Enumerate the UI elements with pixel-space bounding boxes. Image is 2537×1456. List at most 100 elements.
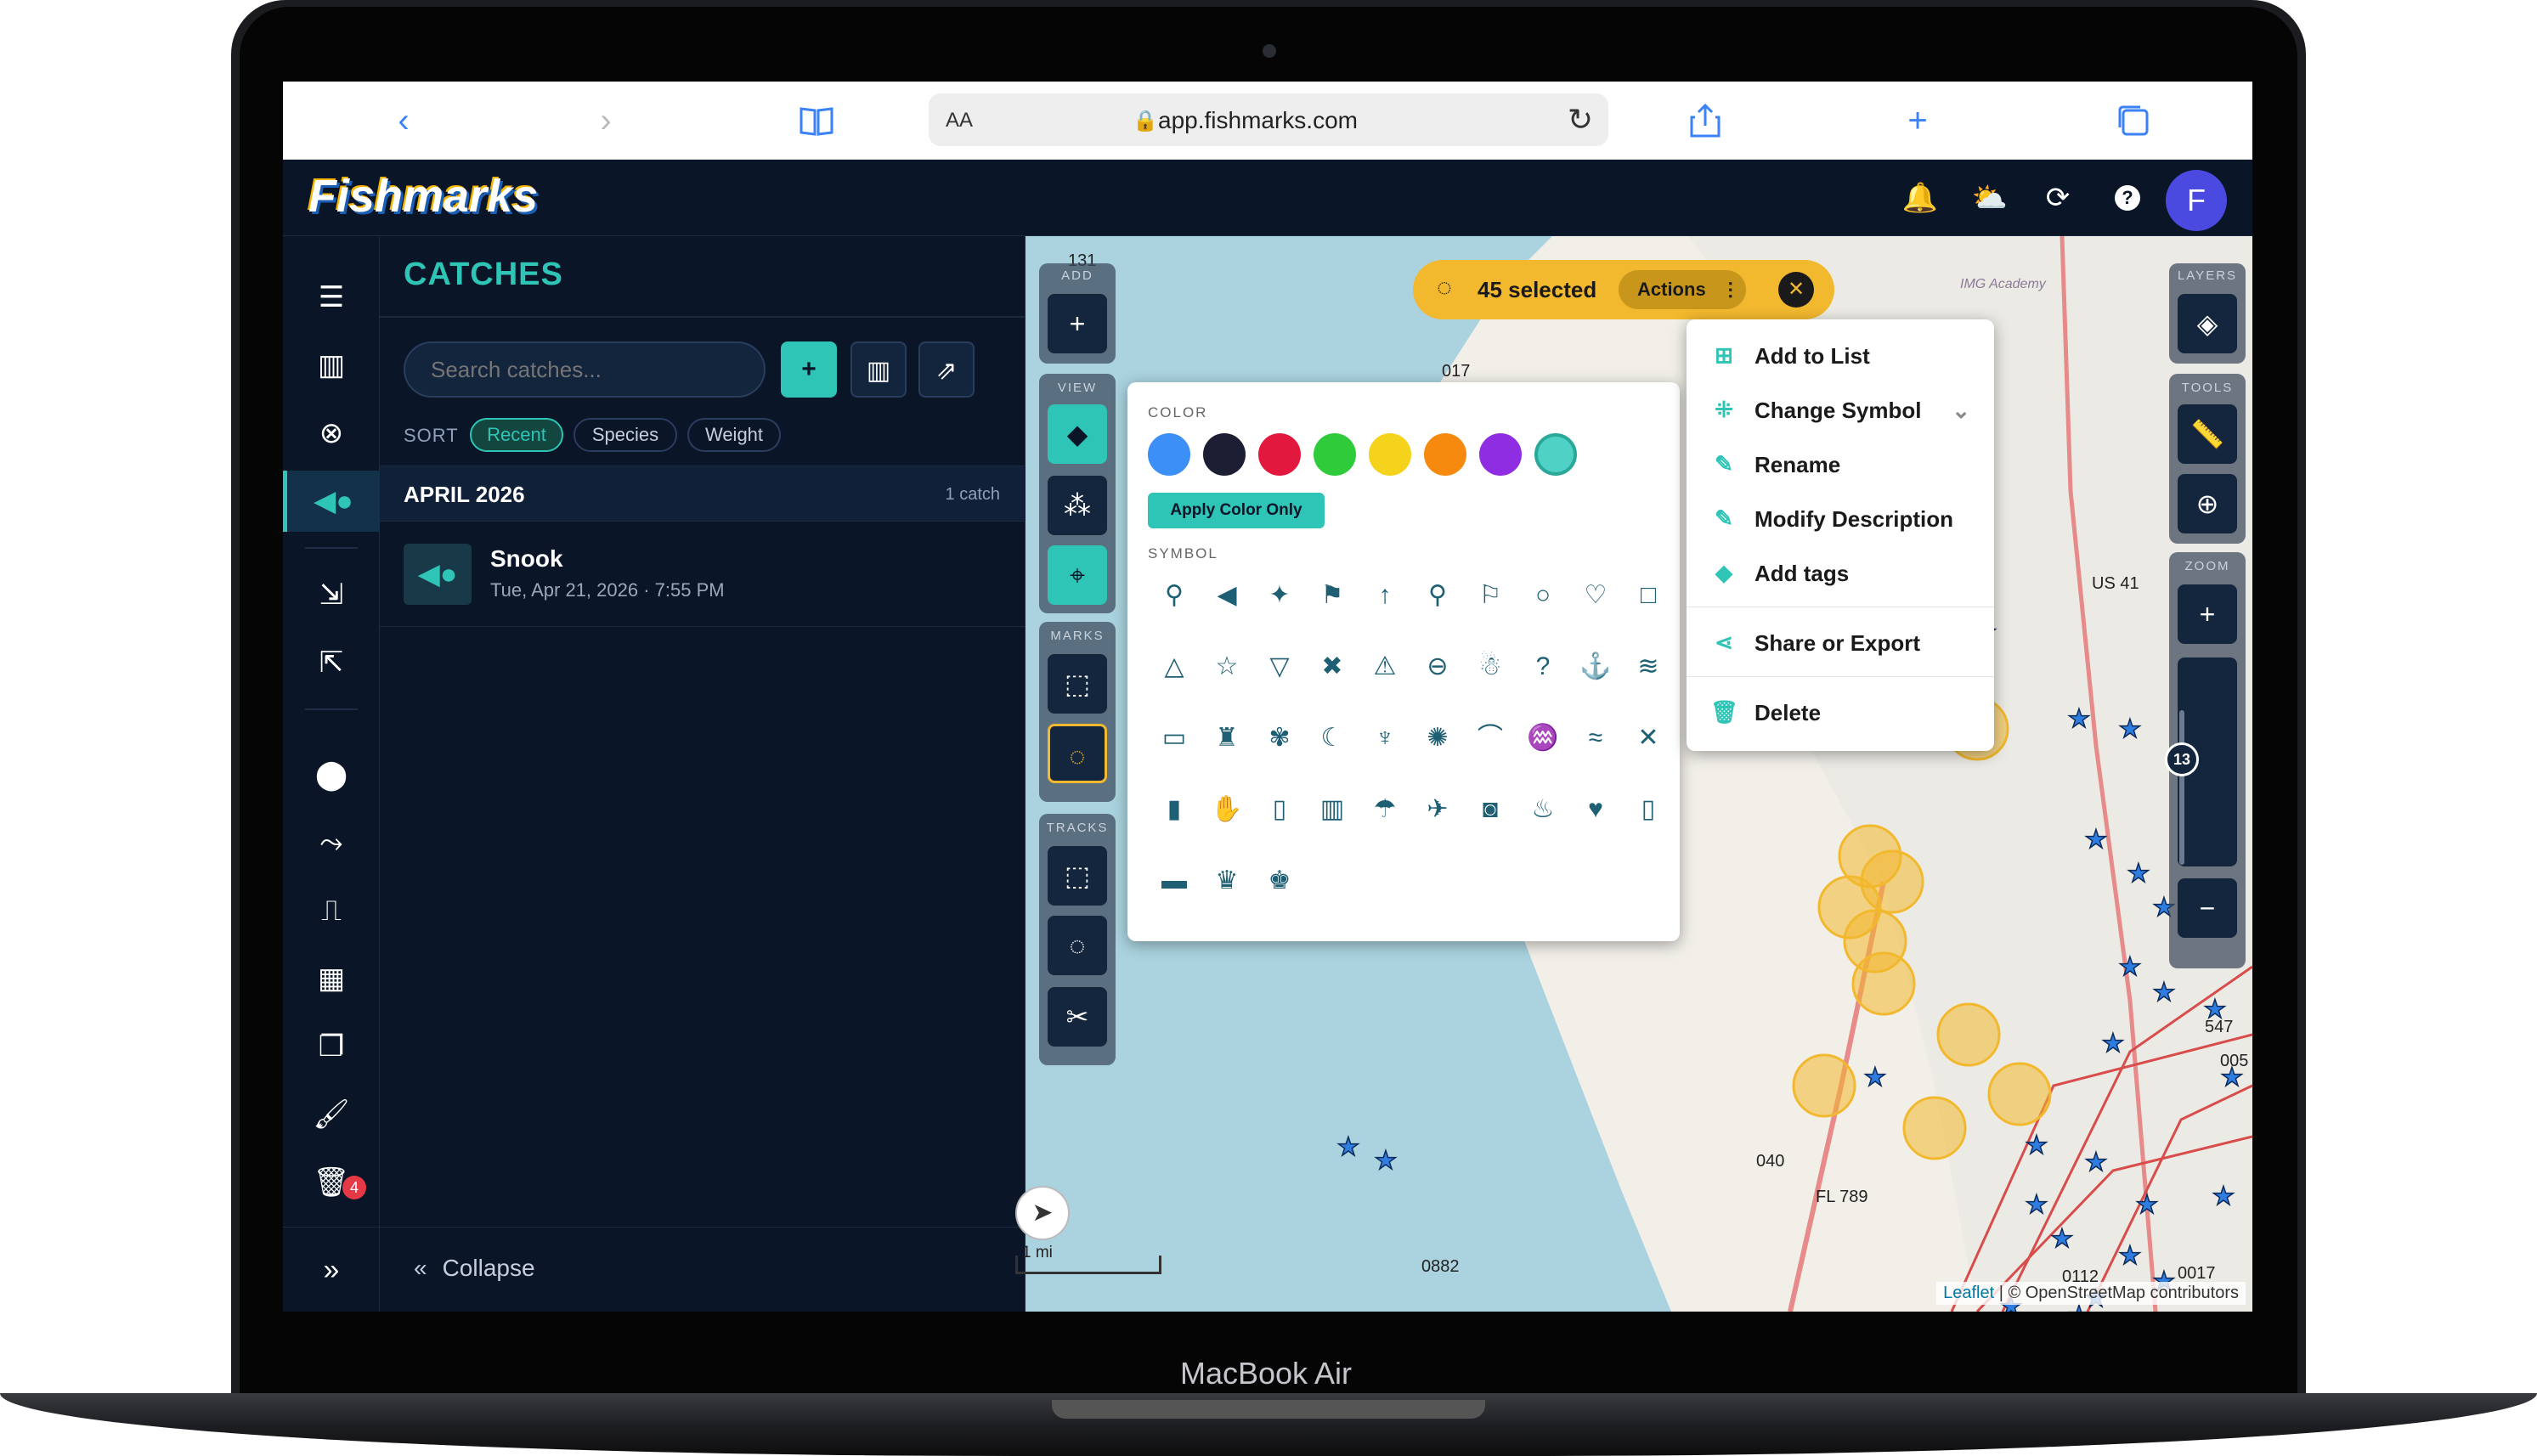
symbol-option-icon[interactable]: ▬ [1153, 860, 1195, 902]
locate-view-icon[interactable]: ⌖ [1048, 545, 1107, 605]
tag-view-icon[interactable]: ◆ [1048, 404, 1107, 464]
route-icon[interactable]: ⤳ [283, 812, 380, 873]
copy-icon[interactable]: ❐ [283, 1016, 380, 1077]
brush-icon[interactable]: 🖌 [283, 1084, 380, 1145]
color-swatch[interactable] [1203, 433, 1246, 476]
symbol-option-icon[interactable]: ☂ [1364, 788, 1406, 831]
crosshair-icon[interactable]: ⊕ [2178, 474, 2237, 533]
symbol-option-icon[interactable]: ✈ [1416, 788, 1459, 831]
symbol-option-icon[interactable]: ▽ [1258, 646, 1301, 688]
color-swatch[interactable] [1424, 433, 1466, 476]
pin-icon[interactable]: ⬤ [283, 744, 380, 805]
cluster-view-icon[interactable]: ⁂ [1048, 476, 1107, 535]
symbol-option-icon[interactable]: ≈ [1574, 717, 1617, 759]
layers-icon[interactable]: ◈ [2178, 294, 2237, 353]
symbol-option-icon[interactable]: ▭ [1153, 717, 1195, 759]
zoom-out-button[interactable]: − [2178, 878, 2237, 938]
leaflet-link[interactable]: Leaflet [1943, 1284, 1994, 1302]
fish-icon[interactable]: ◀● [283, 471, 380, 532]
symbol-option-icon[interactable]: ♒ [1522, 717, 1564, 759]
grid-icon[interactable]: ▦ [283, 948, 380, 1009]
lasso-select-icon[interactable]: ◌ [1048, 724, 1107, 783]
symbol-option-icon[interactable]: ▮ [1153, 788, 1195, 831]
sync-icon[interactable]: ⟳ [2038, 178, 2077, 217]
symbol-option-icon[interactable]: ⊖ [1416, 646, 1459, 688]
symbol-option-icon[interactable]: ✕ [1627, 717, 1670, 759]
sort-species-chip[interactable]: Species [574, 418, 677, 452]
symbol-option-icon[interactable]: ○ [1522, 574, 1564, 617]
color-swatch[interactable] [1534, 433, 1577, 476]
symbol-option-icon[interactable]: ✋ [1206, 788, 1248, 831]
list-icon[interactable]: ☰ [283, 267, 380, 328]
symbol-option-icon[interactable]: ☆ [1206, 646, 1248, 688]
compass-icon[interactable]: ➤ [1015, 1186, 1070, 1240]
list-item[interactable]: ◀● Snook Tue, Apr 21, 2026 · 7:55 PM [380, 522, 1026, 627]
menu-item-rename[interactable]: ✎ Rename [1687, 437, 1994, 491]
symbol-option-icon[interactable]: △ [1153, 646, 1195, 688]
box-select-icon[interactable]: ⬚ [1048, 654, 1107, 714]
avatar[interactable]: F [2166, 170, 2227, 231]
import-icon[interactable]: ⇲ [283, 564, 380, 625]
symbol-option-icon[interactable]: ♡ [1574, 574, 1617, 617]
share-icon[interactable] [1685, 102, 1726, 147]
zoom-in-button[interactable]: + [2178, 584, 2237, 644]
symbol-option-icon[interactable]: ▥ [1311, 788, 1353, 831]
color-swatch[interactable] [1258, 433, 1301, 476]
symbol-option-icon[interactable]: □ [1627, 574, 1670, 617]
tackle-icon[interactable]: ▥ [283, 335, 380, 396]
reader-size-button[interactable]: AA [946, 109, 973, 133]
export-icon[interactable]: ⇱ [283, 632, 380, 693]
symbol-option-icon[interactable]: ☃ [1469, 646, 1511, 688]
menu-item-modify-description[interactable]: ✎ Modify Description [1687, 491, 1994, 545]
symbol-option-icon[interactable]: ⚑ [1311, 574, 1353, 617]
symbol-option-icon[interactable]: ◀ [1206, 574, 1248, 617]
actions-button[interactable]: Actions ⋮ [1619, 270, 1746, 309]
menu-item-change-symbol[interactable]: ⁜ Change Symbol ⌄ [1687, 382, 1994, 437]
new-tab-icon[interactable]: + [1897, 102, 1938, 139]
color-swatch[interactable] [1479, 433, 1522, 476]
symbol-option-icon[interactable]: ♛ [1206, 860, 1248, 902]
track-lasso-icon[interactable]: ◌ [1048, 916, 1107, 975]
symbol-option-icon[interactable]: ≋ [1627, 646, 1670, 688]
symbol-option-icon[interactable]: ✾ [1258, 717, 1301, 759]
symbol-option-icon[interactable]: ✺ [1416, 717, 1459, 759]
symbol-option-icon[interactable]: ✖ [1311, 646, 1353, 688]
back-icon[interactable]: ‹ [383, 102, 424, 139]
symbol-option-icon[interactable]: ⌒ [1469, 717, 1511, 759]
close-icon[interactable]: ✕ [1778, 272, 1814, 308]
color-swatch[interactable] [1314, 433, 1356, 476]
menu-item-add-tags[interactable]: ◆ Add tags [1687, 545, 1994, 600]
symbol-option-icon[interactable]: ☾ [1311, 717, 1353, 759]
symbol-option-icon[interactable]: ? [1522, 646, 1564, 688]
symbol-option-icon[interactable]: ⚲ [1416, 574, 1459, 617]
stats-icon[interactable]: ▥ [850, 341, 907, 398]
tabs-icon[interactable] [2113, 102, 2154, 147]
sort-weight-chip[interactable]: Weight [687, 418, 781, 452]
track-box-select-icon[interactable]: ⬚ [1048, 846, 1107, 906]
symbol-option-icon[interactable]: ♜ [1206, 717, 1248, 759]
zoom-level-knob[interactable]: 13 [2165, 742, 2199, 776]
color-swatch[interactable] [1369, 433, 1411, 476]
search-input[interactable] [404, 341, 766, 398]
trash-icon[interactable]: 🗑 4 [283, 1152, 380, 1213]
scissors-icon[interactable]: ✂ [1048, 987, 1107, 1047]
symbol-option-icon[interactable]: ♥ [1574, 788, 1617, 831]
depth-icon[interactable]: ⎍ [283, 880, 380, 941]
open-external-icon[interactable]: ⇗ [918, 341, 975, 398]
menu-item-delete[interactable]: 🗑 Delete [1687, 685, 1994, 739]
symbol-option-icon[interactable]: ⚲ [1153, 574, 1195, 617]
add-mark-button[interactable]: + [1048, 294, 1107, 353]
color-swatch[interactable] [1148, 433, 1190, 476]
ruler-icon[interactable]: 📏 [2178, 404, 2237, 464]
symbol-option-icon[interactable]: ▯ [1258, 788, 1301, 831]
weather-icon[interactable]: ⛅ [1970, 178, 2009, 217]
bookmarks-icon[interactable] [796, 102, 837, 149]
expand-rail-icon[interactable]: » [283, 1227, 380, 1312]
symbol-option-icon[interactable]: ↑ [1364, 574, 1406, 617]
collapse-button[interactable]: « Collapse [414, 1255, 535, 1282]
symbol-option-icon[interactable]: ♚ [1258, 860, 1301, 902]
help-icon[interactable]: ? [2108, 178, 2147, 217]
symbol-option-icon[interactable]: ◙ [1469, 788, 1511, 831]
menu-item-add-to-list[interactable]: ⊞ Add to List [1687, 328, 1994, 382]
reload-icon[interactable]: ↻ [1568, 102, 1593, 138]
